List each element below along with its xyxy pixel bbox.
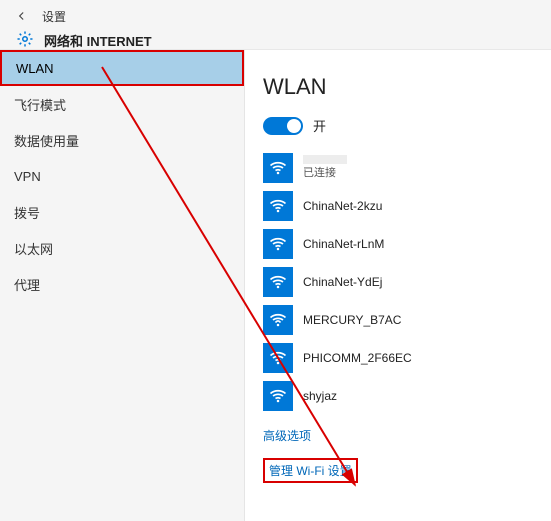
network-name: PHICOMM_2F66EC — [303, 351, 412, 365]
network-item[interactable]: ChinaNet-YdEj — [263, 267, 551, 297]
sidebar-item-dialup[interactable]: 拨号 — [0, 194, 244, 230]
network-name: ChinaNet-YdEj — [303, 275, 382, 289]
network-name-redacted — [303, 155, 347, 164]
manage-wifi-link[interactable]: 管理 Wi-Fi 设置 — [263, 458, 358, 483]
sidebar-item-label: VPN — [14, 169, 41, 184]
advanced-options-link[interactable]: 高级选项 — [263, 427, 311, 444]
sidebar-item-label: 飞行模式 — [14, 95, 66, 114]
main-panel: WLAN 开 已连接 ChinaNet-2kzu — [245, 50, 551, 521]
header: 设置 网络和 INTERNET — [0, 0, 551, 50]
wifi-icon — [263, 267, 293, 297]
wifi-icon — [263, 305, 293, 335]
sidebar-item-label: 数据使用量 — [14, 131, 79, 150]
network-list: 已连接 ChinaNet-2kzu ChinaNet-rLnM ChinaNet… — [263, 153, 551, 411]
network-status: 已连接 — [303, 167, 347, 180]
sidebar-item-wlan[interactable]: WLAN — [0, 50, 244, 86]
settings-label: 设置 — [42, 8, 66, 25]
network-name: MERCURY_B7AC — [303, 313, 401, 327]
network-name: shyjaz — [303, 389, 337, 403]
gear-icon — [16, 30, 36, 50]
network-item[interactable]: PHICOMM_2F66EC — [263, 343, 551, 373]
sidebar-item-label: 代理 — [14, 275, 40, 294]
wifi-icon — [263, 343, 293, 373]
sidebar-item-airplane[interactable]: 飞行模式 — [0, 86, 244, 122]
sidebar-item-label: WLAN — [16, 61, 54, 76]
network-item[interactable]: ChinaNet-rLnM — [263, 229, 551, 259]
arrow-left-icon — [15, 9, 29, 23]
network-labels: 已连接 — [303, 155, 347, 180]
network-item-connected[interactable]: 已连接 — [263, 153, 551, 183]
wifi-icon — [263, 381, 293, 411]
wlan-toggle-label: 开 — [313, 116, 326, 135]
network-name: ChinaNet-2kzu — [303, 199, 382, 213]
network-item[interactable]: ChinaNet-2kzu — [263, 191, 551, 221]
sidebar-item-label: 拨号 — [14, 203, 40, 222]
wifi-icon — [263, 191, 293, 221]
network-item[interactable]: MERCURY_B7AC — [263, 305, 551, 335]
sidebar-item-label: 以太网 — [14, 239, 53, 258]
content-container: WLAN 飞行模式 数据使用量 VPN 拨号 以太网 代理 WLAN 开 已连接 — [0, 50, 551, 521]
wlan-toggle[interactable] — [263, 117, 303, 135]
sidebar-item-proxy[interactable]: 代理 — [0, 266, 244, 302]
sidebar-item-datausage[interactable]: 数据使用量 — [0, 122, 244, 158]
sidebar: WLAN 飞行模式 数据使用量 VPN 拨号 以太网 代理 — [0, 50, 245, 521]
network-name: ChinaNet-rLnM — [303, 237, 384, 251]
network-item[interactable]: shyjaz — [263, 381, 551, 411]
wifi-icon — [263, 153, 293, 183]
sidebar-item-vpn[interactable]: VPN — [0, 158, 244, 194]
wlan-toggle-row: 开 — [263, 116, 551, 135]
back-button[interactable] — [10, 4, 34, 28]
page-title: WLAN — [263, 74, 551, 100]
category-title: 网络和 INTERNET — [44, 31, 152, 50]
sidebar-item-ethernet[interactable]: 以太网 — [0, 230, 244, 266]
wifi-icon — [263, 229, 293, 259]
